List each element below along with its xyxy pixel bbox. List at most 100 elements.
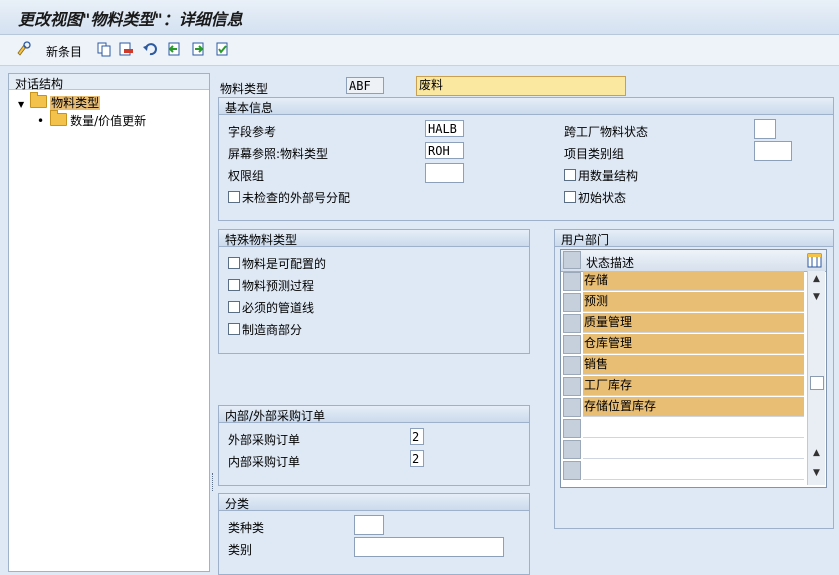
qty-structure-checkbox[interactable]: 用数量结构: [564, 167, 638, 184]
select-all-rows-button[interactable]: [563, 251, 581, 269]
status-description-table: 状态描述 存储 预测 质量管理 仓库管理 销售 工厂库存 存储位置库存 ▲ ▼: [560, 249, 827, 488]
checkbox-label: 制造商部分: [242, 323, 303, 337]
class-label: 类别: [228, 543, 253, 557]
cross-plant-status-label: 跨工厂物料状态: [564, 125, 649, 139]
material-planning-checkbox[interactable]: 物料预测过程: [228, 277, 314, 294]
table-settings-icon[interactable]: [807, 253, 822, 268]
purchase-order-header: 内部/外部采购订单: [219, 406, 529, 423]
classification-header: 分类: [219, 494, 529, 511]
item-category-group-label: 项目类别组: [564, 147, 625, 161]
bullet-icon: •: [37, 114, 45, 128]
basic-info-header: 基本信息: [219, 98, 833, 115]
column-header-status-description[interactable]: 状态描述: [586, 254, 634, 271]
scroll-thumb[interactable]: [810, 376, 824, 390]
checkbox-box[interactable]: [228, 257, 240, 269]
row-selector[interactable]: [563, 356, 581, 375]
classification-title: 分类: [225, 497, 250, 511]
table-header-row: 状态描述: [561, 250, 826, 272]
checkbox-label: 用数量结构: [578, 169, 639, 183]
checkbox-box[interactable]: [564, 191, 576, 203]
open-folder-icon: [30, 92, 48, 108]
tree-node-label: 物料类型: [50, 96, 101, 110]
dialog-structure-title: 对话结构: [15, 77, 64, 91]
panel-splitter[interactable]: [211, 73, 215, 570]
field-reference-label: 字段参考: [228, 125, 277, 139]
row-selector[interactable]: [563, 398, 581, 417]
page-up-icon[interactable]: ▲: [808, 445, 825, 461]
basic-info-title: 基本信息: [225, 101, 274, 115]
checkbox-label: 物料预测过程: [242, 279, 315, 293]
class-input[interactable]: [354, 537, 504, 557]
select-all-icon[interactable]: [214, 41, 230, 57]
page-down-icon[interactable]: ▼: [808, 465, 825, 481]
table-row[interactable]: 质量管理: [583, 313, 804, 333]
row-selector[interactable]: [563, 419, 581, 438]
material-type-label: 物料类型: [220, 82, 269, 96]
new-entries-button[interactable]: 新条目: [46, 43, 82, 60]
row-selector[interactable]: [563, 335, 581, 354]
title-bar: 更改视图"物料类型"：详细信息: [0, 0, 839, 35]
authorization-group-input[interactable]: [425, 163, 464, 183]
dialog-structure-panel: 对话结构 ▼ 物料类型 • 数量/价值更新: [8, 73, 210, 572]
scroll-down-icon[interactable]: ▼: [808, 289, 825, 305]
delete-icon[interactable]: [118, 41, 134, 57]
undo-icon[interactable]: [142, 41, 158, 57]
checkbox-box[interactable]: [228, 323, 240, 335]
application-toolbar: 新条目: [0, 35, 839, 66]
previous-entry-icon[interactable]: [166, 41, 182, 57]
external-po-input[interactable]: 2: [410, 428, 424, 445]
tree-node-label: 数量/价值更新: [70, 114, 147, 128]
row-selector[interactable]: [563, 293, 581, 312]
screen-reference-input[interactable]: ROH: [425, 142, 464, 159]
manufacturer-part-checkbox[interactable]: 制造商部分: [228, 321, 302, 338]
page-scrollbar[interactable]: ▲ ▼: [807, 441, 825, 485]
configurable-material-checkbox[interactable]: 物料是可配置的: [228, 255, 326, 272]
checkbox-label: 未检查的外部号分配: [242, 191, 351, 205]
row-selector[interactable]: [563, 440, 581, 459]
tree-node-qty-value-update[interactable]: • 数量/价值更新: [37, 110, 147, 128]
scroll-up-icon[interactable]: ▲: [808, 271, 825, 287]
material-type-description-input[interactable]: 废料: [416, 76, 626, 96]
authorization-group-label: 权限组: [228, 169, 265, 183]
pipeline-mandatory-checkbox[interactable]: 必须的管道线: [228, 299, 314, 316]
row-selector[interactable]: [563, 314, 581, 333]
row-selector[interactable]: [563, 377, 581, 396]
table-row[interactable]: [583, 439, 804, 459]
checkbox-label: 物料是可配置的: [242, 257, 327, 271]
tree-node-material-type[interactable]: ▼ 物料类型: [18, 92, 101, 110]
purchase-order-title: 内部/外部采购订单: [225, 409, 326, 423]
class-type-input[interactable]: [354, 515, 384, 535]
user-departments-title: 用户部门: [561, 233, 610, 247]
table-row[interactable]: 存储: [583, 271, 804, 291]
table-row[interactable]: 预测: [583, 292, 804, 312]
table-row[interactable]: 销售: [583, 355, 804, 375]
checkbox-box[interactable]: [228, 279, 240, 291]
checkbox-box[interactable]: [564, 169, 576, 181]
window-title: 更改视图"物料类型"：详细信息: [18, 10, 243, 29]
screen-reference-label: 屏幕参照:物料类型: [228, 147, 329, 161]
table-row[interactable]: 仓库管理: [583, 334, 804, 354]
table-row[interactable]: 存储位置库存: [583, 397, 804, 417]
dialog-structure-header: 对话结构: [9, 74, 209, 91]
checkbox-box[interactable]: [228, 301, 240, 313]
row-selector[interactable]: [563, 272, 581, 291]
field-reference-input[interactable]: HALB: [425, 120, 464, 137]
display-change-icon[interactable]: [16, 41, 32, 57]
user-departments-header: 用户部门: [555, 230, 833, 247]
table-row[interactable]: [583, 418, 804, 438]
item-category-group-input[interactable]: [754, 141, 792, 161]
internal-po-label: 内部采购订单: [228, 455, 301, 469]
table-row[interactable]: [583, 460, 804, 480]
checkbox-label: 必须的管道线: [242, 301, 315, 315]
copy-icon[interactable]: [96, 41, 112, 57]
row-selector[interactable]: [563, 461, 581, 480]
next-entry-icon[interactable]: [190, 41, 206, 57]
expand-triangle-icon[interactable]: ▼: [18, 100, 24, 109]
checkbox-box[interactable]: [228, 191, 240, 203]
cross-plant-status-input[interactable]: [754, 119, 776, 139]
initial-status-checkbox[interactable]: 初始状态: [564, 189, 626, 206]
internal-po-input[interactable]: 2: [410, 450, 424, 467]
vertical-scrollbar[interactable]: ▲ ▼: [807, 271, 825, 441]
table-row[interactable]: 工厂库存: [583, 376, 804, 396]
unchecked-external-number-checkbox[interactable]: 未检查的外部号分配: [228, 189, 350, 206]
